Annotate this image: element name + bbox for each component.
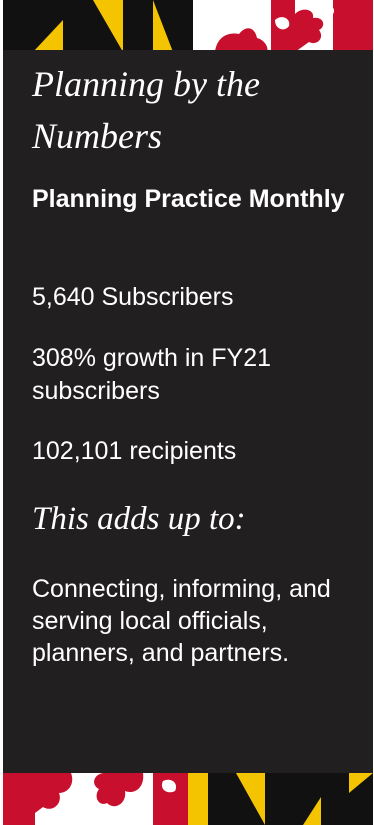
planning-numbers-card: Planning by the Numbers Planning Practic…: [3, 50, 373, 775]
stat-recipients: 102,101 recipients: [32, 437, 237, 465]
adds-up-heading: This adds up to:: [32, 501, 246, 537]
maryland-flag-bottom-graphic: [3, 773, 373, 825]
stat-growth: 308% growth in FY21 subscribers: [32, 344, 272, 405]
top-flag-banner: [3, 0, 373, 52]
closing-statement: Connecting, informing, and serving local…: [32, 575, 331, 667]
card-subtitle: Planning Practice Monthly: [32, 185, 345, 213]
maryland-flag-top-graphic: [3, 0, 373, 52]
bottom-flag-banner: [3, 773, 373, 825]
card-title: Planning by the Numbers: [32, 64, 260, 156]
stat-subscribers: 5,640 Subscribers: [32, 283, 234, 311]
